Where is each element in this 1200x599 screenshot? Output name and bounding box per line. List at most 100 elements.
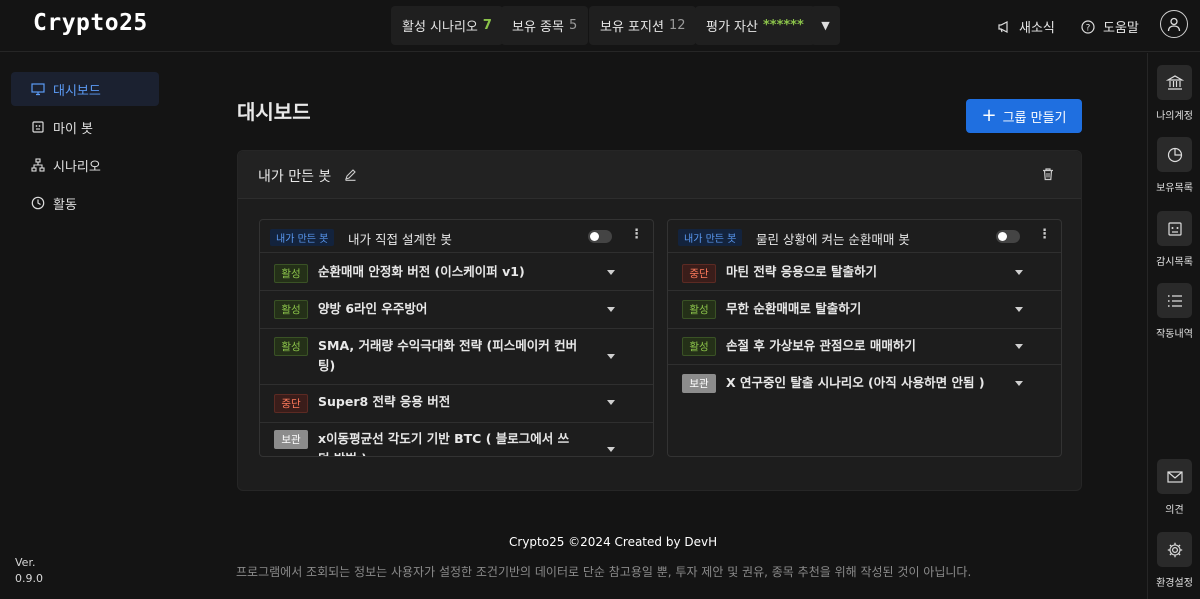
bank-icon — [1157, 65, 1192, 100]
stat-label: 보유 종목 — [512, 20, 564, 35]
status-badge: 중단 — [274, 394, 308, 413]
caret-down-icon[interactable] — [1015, 381, 1023, 386]
caret-down-icon[interactable] — [1015, 270, 1023, 275]
right-item-watchlist[interactable]: 감시목록 — [1148, 211, 1200, 268]
right-item-holdings[interactable]: 보유목록 — [1148, 137, 1200, 194]
news-label: 새소식 — [1019, 21, 1055, 36]
news-link[interactable]: 새소식 — [997, 17, 1055, 36]
scenario-row[interactable]: 보관 X 연구중인 탈출 시나리오 (아직 사용하면 안됨 ) — [668, 364, 1061, 402]
stat-value: 5 — [568, 18, 578, 33]
user-avatar[interactable] — [1160, 10, 1188, 38]
clock-icon — [31, 196, 45, 210]
scenario-name: 양방 6라인 우주방어 — [318, 301, 428, 316]
bot-icon — [31, 120, 45, 134]
right-item-label: 의견 — [1165, 505, 1184, 516]
status-badge: 활성 — [274, 300, 308, 319]
sidebar-item-dashboard[interactable]: 대시보드 — [11, 72, 159, 106]
stats-dropdown-button[interactable]: ▼ — [811, 6, 840, 45]
sidebar-item-label: 마이 봇 — [53, 121, 94, 137]
list-icon — [1157, 283, 1192, 318]
right-item-label: 나의계정 — [1156, 111, 1193, 122]
scenario-row[interactable]: 활성 SMA, 거래량 수익극대화 전략 (피스메이커 컨버팅) — [260, 328, 653, 384]
top-bar: Crypto25 활성 시나리오 7 보유 종목 5 보유 포지션 12 평가 … — [0, 0, 1200, 52]
caret-down-icon: ▼ — [821, 19, 830, 32]
scenario-name: 마틴 전략 응용으로 탈출하기 — [726, 264, 878, 279]
user-icon — [1167, 17, 1181, 32]
megaphone-icon — [997, 20, 1011, 34]
scenario-name: x이동평균선 각도기 기반 BTC ( 블로그에서 쓰던 방법 ) — [318, 431, 570, 456]
edit-icon[interactable] — [344, 168, 357, 185]
stat-positions[interactable]: 보유 포지션 12 — [589, 6, 697, 45]
right-item-label: 보유목록 — [1156, 183, 1193, 194]
sidebar-item-scenario[interactable]: 시나리오 — [11, 148, 159, 182]
stat-assets[interactable]: 평가 자산 ****** — [695, 6, 815, 45]
right-item-feedback[interactable]: 의견 — [1148, 459, 1200, 516]
trash-icon[interactable] — [1041, 167, 1055, 185]
status-badge: 활성 — [682, 300, 716, 319]
scenario-row[interactable]: 중단 마틴 전략 응용으로 탈출하기 — [668, 252, 1061, 290]
stat-label: 보유 포지션 — [600, 20, 664, 35]
right-item-label: 감시목록 — [1156, 257, 1193, 268]
version-info: Ver. 0.9.0 — [15, 555, 43, 587]
right-item-account[interactable]: 나의계정 — [1148, 65, 1200, 122]
bot-tag: 내가 만든 봇 — [678, 229, 743, 246]
scenario-row[interactable]: 활성 순환매매 안정화 버전 (이스케이퍼 v1) — [260, 252, 653, 290]
right-item-label: 환경설정 — [1156, 578, 1193, 589]
right-item-settings[interactable]: 환경설정 — [1148, 532, 1200, 589]
caret-down-icon[interactable] — [1015, 307, 1023, 312]
sidebar-item-my-bot[interactable]: 마이 봇 — [11, 110, 159, 144]
more-vertical-icon[interactable]: ⋮ — [630, 228, 643, 241]
scenario-row[interactable]: 활성 양방 6라인 우주방어 — [260, 290, 653, 328]
bot-header: 내가 만든 봇 물린 상황에 켜는 순환매매 봇 ⋮ — [668, 220, 1061, 252]
stat-holdings[interactable]: 보유 종목 5 — [501, 6, 589, 45]
status-badge: 활성 — [274, 264, 308, 283]
caret-down-icon[interactable] — [607, 400, 615, 405]
group-title: 내가 만든 봇 — [258, 169, 332, 185]
bot-card: 내가 만든 봇 물린 상황에 켜는 순환매매 봇 ⋮ 중단 마틴 전략 응용으로… — [667, 219, 1062, 457]
scenario-name: SMA, 거래량 수익극대화 전략 (피스메이커 컨버팅) — [318, 338, 578, 373]
scenario-row[interactable]: 보관 x이동평균선 각도기 기반 BTC ( 블로그에서 쓰던 방법 ) — [260, 422, 653, 456]
caret-down-icon[interactable] — [607, 354, 615, 359]
status-badge: 보관 — [274, 430, 308, 449]
bot-toggle[interactable] — [996, 230, 1020, 243]
scenario-name: Super8 전략 응용 버전 — [318, 394, 451, 409]
stat-active-scenarios[interactable]: 활성 시나리오 7 — [391, 6, 503, 45]
gear-icon — [1157, 532, 1192, 567]
left-sidebar: 대시보드 마이 봇 시나리오 활동 — [0, 53, 170, 599]
version-number: 0.9.0 — [15, 572, 43, 585]
app-logo[interactable]: Crypto25 — [33, 10, 148, 36]
sidebar-item-activity[interactable]: 활동 — [11, 186, 159, 220]
create-group-button[interactable]: + 그룹 만들기 — [966, 99, 1082, 133]
caret-down-icon[interactable] — [607, 270, 615, 275]
create-group-label: 그룹 만들기 — [1002, 110, 1067, 126]
bot-tag: 내가 만든 봇 — [270, 229, 335, 246]
right-item-label: 작동내역 — [1156, 329, 1193, 340]
bot-name[interactable]: 물린 상황에 켜는 순환매매 봇 — [756, 229, 910, 248]
mail-icon — [1157, 459, 1192, 494]
bot-name[interactable]: 내가 직접 설계한 봇 — [348, 229, 452, 248]
caret-down-icon[interactable] — [607, 447, 615, 452]
bot-header: 내가 만든 봇 내가 직접 설계한 봇 ⋮ — [260, 220, 653, 252]
caret-down-icon[interactable] — [607, 307, 615, 312]
page-title: 대시보드 — [237, 100, 311, 124]
watch-icon — [1157, 211, 1192, 246]
bot-toggle[interactable] — [588, 230, 612, 243]
status-badge: 보관 — [682, 374, 716, 393]
stat-label: 평가 자산 — [706, 20, 758, 35]
stat-value: 12 — [668, 18, 686, 33]
help-link[interactable]: ? 도움말 — [1081, 17, 1139, 36]
footer-credit: Crypto25 ©2024 Created by DevH — [509, 535, 718, 549]
scenario-row[interactable]: 중단 Super8 전략 응용 버전 — [260, 384, 653, 422]
right-item-history[interactable]: 작동내역 — [1148, 283, 1200, 340]
bot-card: 내가 만든 봇 내가 직접 설계한 봇 ⋮ 활성 순환매매 안정화 버전 (이스… — [259, 219, 654, 457]
footer-disclaimer: 프로그램에서 조회되는 정보는 사용자가 설정한 조건기반의 데이터로 단순 참… — [236, 565, 972, 579]
pie-chart-icon — [1157, 137, 1192, 172]
caret-down-icon[interactable] — [1015, 344, 1023, 349]
stat-value: 7 — [482, 18, 492, 33]
sidebar-item-label: 대시보드 — [53, 83, 101, 99]
scenario-row[interactable]: 활성 무한 순환매매로 탈출하기 — [668, 290, 1061, 328]
stat-value: ****** — [762, 18, 804, 33]
stat-label: 활성 시나리오 — [402, 20, 478, 35]
scenario-row[interactable]: 활성 손절 후 가상보유 관점으로 매매하기 — [668, 328, 1061, 364]
more-vertical-icon[interactable]: ⋮ — [1038, 228, 1051, 241]
